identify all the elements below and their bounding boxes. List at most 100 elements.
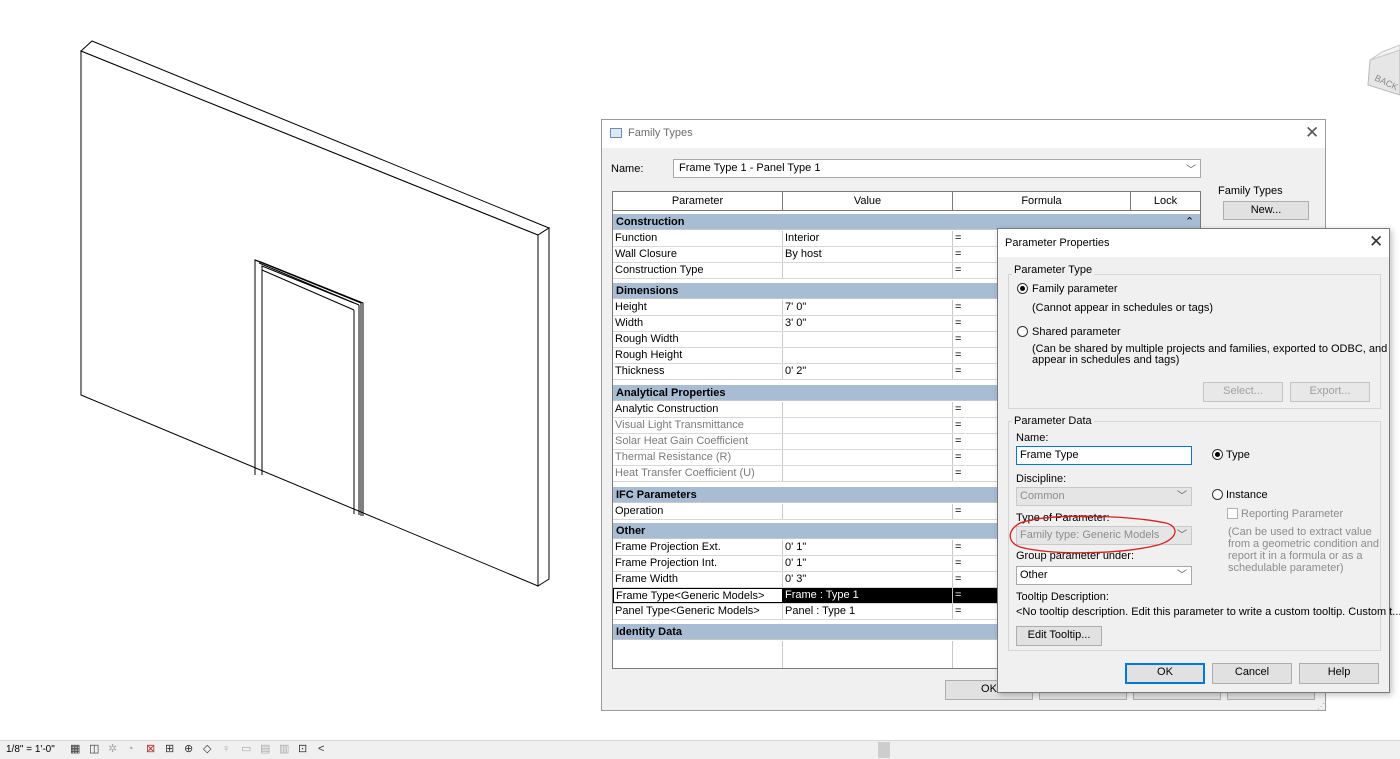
horizontal-scrollbar[interactable] — [878, 742, 890, 758]
param-name: Visual Light Transmittance — [613, 418, 783, 433]
type-name-dropdown[interactable]: Frame Type 1 - Panel Type 1 ﹀ — [673, 159, 1201, 178]
edit-tooltip-button[interactable]: Edit Tooltip... — [1016, 626, 1102, 646]
param-name: Thickness — [613, 364, 783, 379]
param-value — [783, 418, 953, 433]
reporting-note-1: (Can be used to extract value — [1228, 526, 1372, 538]
parameter-type-legend: Parameter Type — [1012, 264, 1095, 276]
param-value[interactable]: By host — [783, 247, 953, 262]
param-value — [783, 450, 953, 465]
group-parameter-value: Other — [1020, 569, 1048, 581]
family-types-icon — [610, 128, 622, 138]
red-annotation-circle — [1009, 515, 1176, 554]
discipline-label: Discipline: — [1016, 473, 1067, 485]
param-name: Height — [613, 300, 783, 315]
type-name-value: Frame Type 1 - Panel Type 1 — [679, 162, 821, 174]
name-label: Name: — [1016, 432, 1049, 444]
discipline-dropdown[interactable]: Common ﹀ — [1016, 487, 1192, 506]
family-types-titlebar[interactable]: Family Types ✕ — [602, 120, 1325, 148]
constraints-icon[interactable]: ⊡ — [298, 744, 310, 755]
chevron-down-icon: ﹀ — [1186, 165, 1196, 176]
resize-grip-icon[interactable]: ⋰ — [1317, 702, 1325, 711]
close-icon[interactable]: ✕ — [1369, 232, 1383, 252]
lock-view-icon[interactable]: ⊕ — [184, 744, 196, 755]
column-header-parameter[interactable]: Parameter — [613, 192, 783, 211]
column-header-formula[interactable]: Formula — [953, 192, 1131, 211]
select-button[interactable]: Select... — [1203, 382, 1283, 402]
param-value[interactable]: Interior — [783, 231, 953, 246]
family-parameter-label[interactable]: Family parameter — [1032, 283, 1118, 295]
parameter-data-legend: Parameter Data — [1012, 415, 1094, 427]
reporting-note-2: from a geometric condition and — [1228, 538, 1380, 550]
param-name: Panel Type<Generic Models> — [613, 604, 783, 619]
family-parameter-radio[interactable] — [1017, 283, 1028, 294]
param-name: Construction Type — [613, 263, 783, 278]
worksharing-icon[interactable]: ▤ — [260, 744, 272, 755]
param-value[interactable] — [783, 332, 953, 347]
param-name: Rough Height — [613, 348, 783, 363]
column-header-value[interactable]: Value — [783, 192, 953, 211]
param-name: Thermal Resistance (R) — [613, 450, 783, 465]
collapse-bar-icon[interactable]: < — [318, 744, 330, 755]
param-name: Frame Type<Generic Models> — [613, 588, 783, 603]
param-value[interactable]: 3' 0" — [783, 316, 953, 331]
view-control-bar: 1/8" = 1'-0" ▦ ◫ ✲ ◔ ⊠ ⊞ ⊕ ◇ ♀ ▭ ▤ ▥ ⊡ < — [0, 740, 1400, 759]
crop-view-icon[interactable]: ⊞ — [165, 744, 177, 755]
shared-parameter-radio[interactable] — [1017, 326, 1028, 337]
param-name: Frame Projection Ext. — [613, 540, 783, 555]
param-value[interactable] — [783, 348, 953, 363]
group-parameter-dropdown[interactable]: Other ﹀ — [1016, 566, 1192, 585]
param-name: Analytic Construction — [613, 402, 783, 417]
view-scale[interactable]: 1/8" = 1'-0" — [6, 744, 55, 755]
param-value[interactable]: 0' 3" — [783, 572, 953, 587]
param-value[interactable] — [783, 402, 953, 417]
detail-level-icon[interactable]: ▦ — [70, 744, 82, 755]
param-value[interactable]: 0' 1" — [783, 556, 953, 571]
new-type-button[interactable]: New... — [1223, 201, 1309, 220]
export-button[interactable]: Export... — [1290, 382, 1370, 402]
temp-view-props-icon[interactable]: ▭ — [241, 744, 253, 755]
reporting-parameter-label[interactable]: Reporting Parameter — [1241, 508, 1343, 520]
param-name: Width — [613, 316, 783, 331]
analytical-model-icon[interactable]: ▥ — [279, 744, 291, 755]
param-value[interactable]: Panel : Type 1 — [783, 604, 953, 619]
visual-style-icon[interactable]: ◫ — [89, 744, 101, 755]
param-value[interactable]: 7' 0" — [783, 300, 953, 315]
hide-isolate-icon[interactable]: ◇ — [203, 744, 215, 755]
param-value[interactable]: 0' 1" — [783, 540, 953, 555]
parameter-properties-title: Parameter Properties — [1005, 237, 1110, 249]
tooltip-description-value: <No tooltip description. Edit this param… — [1016, 606, 1400, 618]
ok-button[interactable]: OK — [1125, 663, 1205, 684]
family-parameter-note: (Cannot appear in schedules or tags) — [1032, 302, 1213, 314]
sun-path-icon[interactable]: ✲ — [108, 744, 120, 755]
instance-radio[interactable] — [1212, 489, 1223, 500]
chevron-down-icon: ﹀ — [1177, 491, 1187, 502]
cancel-button[interactable]: Cancel — [1212, 663, 1292, 684]
param-name: Operation — [613, 504, 783, 519]
group-label: Construction — [616, 216, 685, 228]
close-icon[interactable]: ✕ — [1305, 123, 1319, 143]
instance-radio-label[interactable]: Instance — [1226, 489, 1268, 501]
param-value[interactable]: Frame : Type 1 — [783, 588, 953, 603]
parameter-name-input[interactable]: Frame Type — [1016, 446, 1192, 465]
type-radio-label[interactable]: Type — [1226, 449, 1250, 461]
param-name: Heat Transfer Coefficient (U) — [613, 466, 783, 481]
shadows-icon[interactable]: ◔ — [127, 744, 139, 755]
param-name: Rough Width — [613, 332, 783, 347]
param-value — [783, 434, 953, 449]
render-icon[interactable]: ⊠ — [146, 744, 158, 755]
param-value[interactable]: 0' 2" — [783, 364, 953, 379]
parameter-properties-titlebar[interactable]: Parameter Properties ✕ — [998, 229, 1389, 257]
column-header-lock[interactable]: Lock — [1131, 192, 1200, 211]
reveal-hidden-icon[interactable]: ♀ — [222, 744, 234, 755]
param-value[interactable] — [783, 263, 953, 278]
shared-parameter-label[interactable]: Shared parameter — [1032, 326, 1121, 338]
type-radio[interactable] — [1212, 449, 1223, 460]
reporting-parameter-checkbox[interactable] — [1227, 508, 1238, 519]
type-name-label: Name: — [611, 163, 644, 175]
param-value — [783, 466, 953, 481]
help-button[interactable]: Help — [1299, 663, 1379, 684]
family-types-title: Family Types — [628, 127, 693, 139]
discipline-value: Common — [1020, 490, 1065, 502]
viewcube[interactable]: BACK — [1362, 40, 1400, 102]
param-value[interactable] — [783, 504, 953, 519]
